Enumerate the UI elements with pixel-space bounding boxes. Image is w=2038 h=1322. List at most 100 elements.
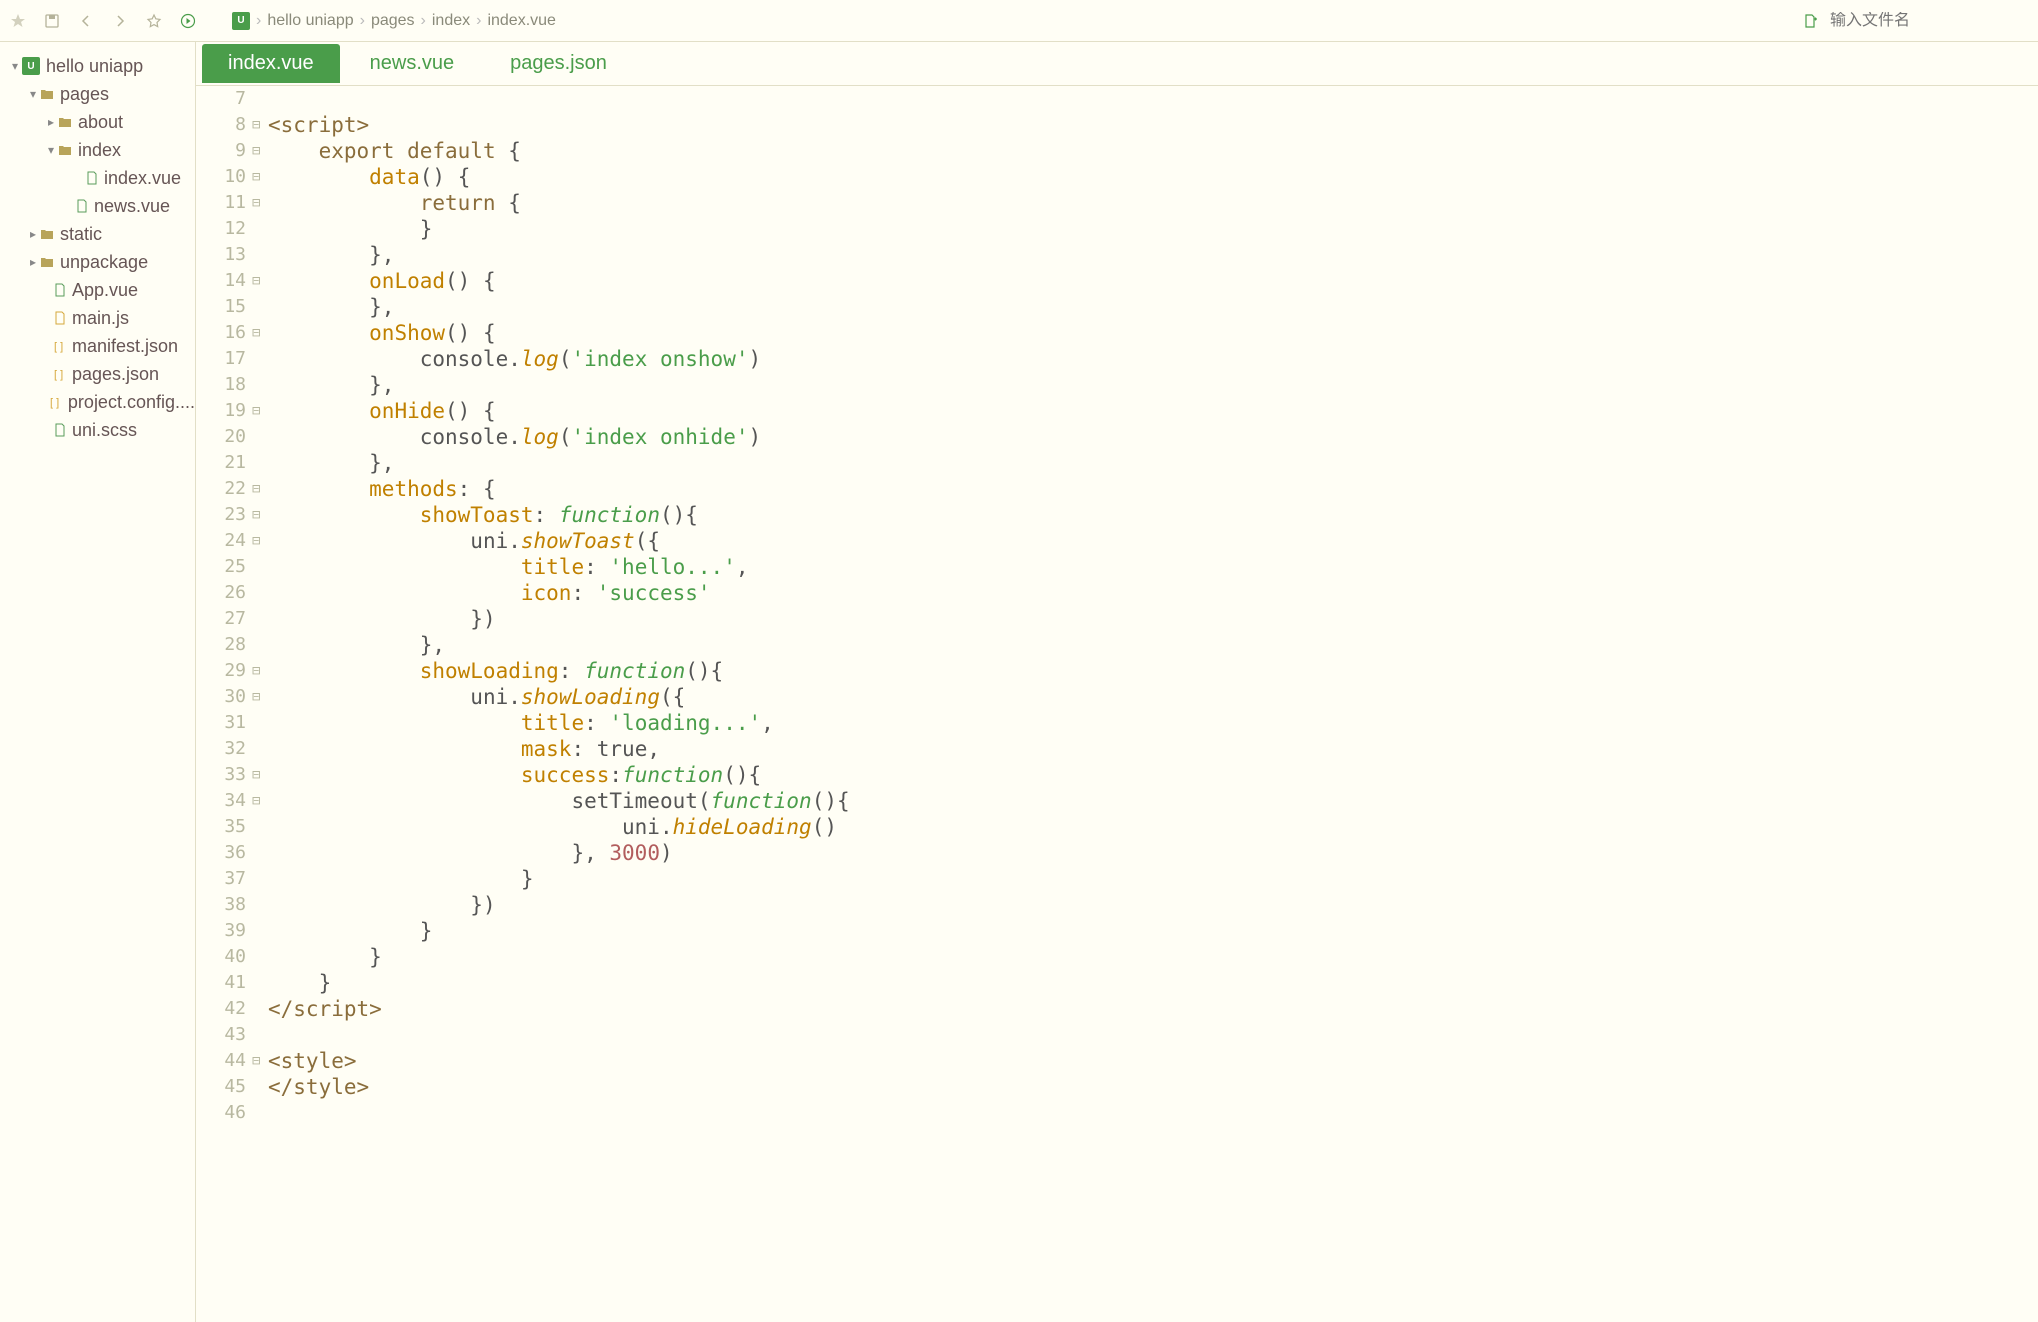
code-text[interactable]: onShow() {: [266, 320, 496, 346]
code-text[interactable]: </style>: [266, 1074, 369, 1100]
code-text[interactable]: mask: true,: [266, 736, 660, 762]
code-line[interactable]: 36 }, 3000): [196, 840, 2038, 866]
fold-icon[interactable]: ⊟: [252, 658, 266, 684]
code-line[interactable]: 42</script>: [196, 996, 2038, 1022]
code-text[interactable]: return {: [266, 190, 521, 216]
fold-icon[interactable]: ⊟: [252, 190, 266, 216]
play-icon[interactable]: [178, 11, 198, 31]
code-line[interactable]: 38 }): [196, 892, 2038, 918]
code-line[interactable]: 32 mask: true,: [196, 736, 2038, 762]
code-text[interactable]: title: 'hello...',: [266, 554, 749, 580]
code-line[interactable]: 19⊟ onHide() {: [196, 398, 2038, 424]
code-text[interactable]: }: [266, 918, 432, 944]
code-line[interactable]: 29⊟ showLoading: function(){: [196, 658, 2038, 684]
code-line[interactable]: 28 },: [196, 632, 2038, 658]
code-text[interactable]: uni.showLoading({: [266, 684, 685, 710]
code-text[interactable]: showLoading: function(){: [266, 658, 723, 684]
tree-item[interactable]: ▾Uhello uniapp: [0, 52, 195, 80]
breadcrumb-item[interactable]: index: [432, 12, 470, 30]
pin-icon[interactable]: [8, 11, 28, 31]
code-line[interactable]: 40 }: [196, 944, 2038, 970]
code-line[interactable]: 46: [196, 1100, 2038, 1126]
tree-item[interactable]: uni.scss: [0, 416, 195, 444]
tree-item[interactable]: news.vue: [0, 192, 195, 220]
code-text[interactable]: icon: 'success': [266, 580, 711, 606]
code-line[interactable]: 13 },: [196, 242, 2038, 268]
code-text[interactable]: setTimeout(function(){: [266, 788, 850, 814]
code-line[interactable]: 10⊟ data() {: [196, 164, 2038, 190]
breadcrumb-item[interactable]: index.vue: [487, 12, 556, 30]
filename-search-input[interactable]: [1830, 12, 2030, 30]
chevron-icon[interactable]: ▾: [8, 59, 22, 73]
code-line[interactable]: 27 }): [196, 606, 2038, 632]
code-text[interactable]: methods: {: [266, 476, 496, 502]
code-line[interactable]: 37 }: [196, 866, 2038, 892]
code-line[interactable]: 41 }: [196, 970, 2038, 996]
tree-item[interactable]: index.vue: [0, 164, 195, 192]
code-text[interactable]: }: [266, 970, 331, 996]
fold-icon[interactable]: ⊟: [252, 788, 266, 814]
code-text[interactable]: showToast: function(){: [266, 502, 698, 528]
code-text[interactable]: [266, 1022, 281, 1048]
code-text[interactable]: </script>: [266, 996, 382, 1022]
back-icon[interactable]: [76, 11, 96, 31]
code-line[interactable]: 21 },: [196, 450, 2038, 476]
code-text[interactable]: },: [266, 372, 394, 398]
code-line[interactable]: 15 },: [196, 294, 2038, 320]
code-text[interactable]: title: 'loading...',: [266, 710, 774, 736]
editor-tab[interactable]: news.vue: [344, 44, 481, 83]
fold-icon[interactable]: ⊟: [252, 164, 266, 190]
code-line[interactable]: 17 console.log('index onshow'): [196, 346, 2038, 372]
code-text[interactable]: [266, 1100, 281, 1126]
code-line[interactable]: 16⊟ onShow() {: [196, 320, 2038, 346]
save-icon[interactable]: [42, 11, 62, 31]
tree-item[interactable]: ▾index: [0, 136, 195, 164]
code-text[interactable]: },: [266, 242, 394, 268]
chevron-icon[interactable]: ▾: [26, 87, 40, 101]
code-line[interactable]: 23⊟ showToast: function(){: [196, 502, 2038, 528]
code-text[interactable]: }: [266, 944, 382, 970]
code-line[interactable]: 20 console.log('index onhide'): [196, 424, 2038, 450]
tree-item[interactable]: [ ]project.config....: [0, 388, 195, 416]
code-line[interactable]: 7: [196, 86, 2038, 112]
tree-item[interactable]: ▸static: [0, 220, 195, 248]
code-text[interactable]: <script>: [266, 112, 369, 138]
code-line[interactable]: 22⊟ methods: {: [196, 476, 2038, 502]
code-text[interactable]: }, 3000): [266, 840, 673, 866]
code-text[interactable]: uni.showToast({: [266, 528, 660, 554]
chevron-icon[interactable]: ▸: [44, 115, 58, 129]
code-line[interactable]: 8⊟<script>: [196, 112, 2038, 138]
fold-icon[interactable]: ⊟: [252, 502, 266, 528]
code-text[interactable]: },: [266, 450, 394, 476]
tree-item[interactable]: ▾pages: [0, 80, 195, 108]
code-line[interactable]: 33⊟ success:function(){: [196, 762, 2038, 788]
code-line[interactable]: 26 icon: 'success': [196, 580, 2038, 606]
tree-item[interactable]: main.js: [0, 304, 195, 332]
tree-item[interactable]: ▸about: [0, 108, 195, 136]
breadcrumb-item[interactable]: pages: [371, 12, 415, 30]
code-editor[interactable]: 7 8⊟<script>9⊟ export default {10⊟ data(…: [196, 86, 2038, 1322]
fold-icon[interactable]: ⊟: [252, 268, 266, 294]
code-line[interactable]: 35 uni.hideLoading(): [196, 814, 2038, 840]
new-file-icon[interactable]: [1800, 11, 1820, 31]
code-text[interactable]: }): [266, 892, 496, 918]
code-text[interactable]: console.log('index onshow'): [266, 346, 761, 372]
fold-icon[interactable]: ⊟: [252, 138, 266, 164]
chevron-icon[interactable]: ▸: [26, 227, 40, 241]
code-text[interactable]: <style>: [266, 1048, 357, 1074]
editor-tab[interactable]: pages.json: [484, 44, 633, 83]
code-line[interactable]: 34⊟ setTimeout(function(){: [196, 788, 2038, 814]
code-text[interactable]: export default {: [266, 138, 521, 164]
code-line[interactable]: 24⊟ uni.showToast({: [196, 528, 2038, 554]
code-line[interactable]: 9⊟ export default {: [196, 138, 2038, 164]
code-text[interactable]: }: [266, 866, 534, 892]
fold-icon[interactable]: ⊟: [252, 684, 266, 710]
fold-icon[interactable]: ⊟: [252, 320, 266, 346]
code-text[interactable]: [266, 86, 281, 112]
code-text[interactable]: uni.hideLoading(): [266, 814, 837, 840]
fold-icon[interactable]: ⊟: [252, 112, 266, 138]
code-line[interactable]: 44⊟<style>: [196, 1048, 2038, 1074]
fold-icon[interactable]: ⊟: [252, 398, 266, 424]
tree-item[interactable]: App.vue: [0, 276, 195, 304]
code-line[interactable]: 18 },: [196, 372, 2038, 398]
